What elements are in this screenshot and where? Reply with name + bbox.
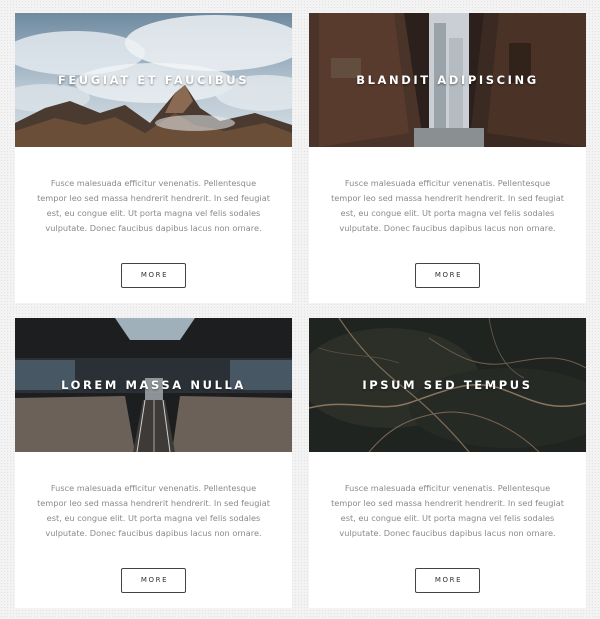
card-description: Fusce malesuada efficitur venenatis. Pel… (331, 483, 564, 538)
more-button[interactable]: MORE (121, 263, 186, 288)
more-button[interactable]: MORE (415, 263, 480, 288)
card-image-station[interactable]: LOREM MASSA NULLA (15, 318, 292, 452)
card-lorem: LOREM MASSA NULLA Fusce malesuada effici… (15, 318, 292, 608)
card-title: LOREM MASSA NULLA (61, 378, 246, 392)
card-blandit: BLANDIT ADIPISCING Fusce malesuada effic… (309, 13, 586, 303)
card-title: FEUGIAT ET FAUCIBUS (57, 73, 250, 87)
card-image-aerial[interactable]: IPSUM SED TEMPUS (309, 318, 586, 452)
card-feugiat: FEUGIAT ET FAUCIBUS Fusce malesuada effi… (15, 13, 292, 303)
card-description: Fusce malesuada efficitur venenatis. Pel… (37, 483, 270, 538)
more-button[interactable]: MORE (415, 568, 480, 593)
card-description: Fusce malesuada efficitur venenatis. Pel… (331, 178, 564, 233)
card-ipsum: IPSUM SED TEMPUS Fusce malesuada efficit… (309, 318, 586, 608)
card-title: BLANDIT ADIPISCING (356, 73, 539, 87)
card-description: Fusce malesuada efficitur venenatis. Pel… (37, 178, 270, 233)
card-title: IPSUM SED TEMPUS (362, 378, 533, 392)
card-image-alley[interactable]: BLANDIT ADIPISCING (309, 13, 586, 147)
card-image-mountain[interactable]: FEUGIAT ET FAUCIBUS (15, 13, 292, 147)
more-button[interactable]: MORE (121, 568, 186, 593)
